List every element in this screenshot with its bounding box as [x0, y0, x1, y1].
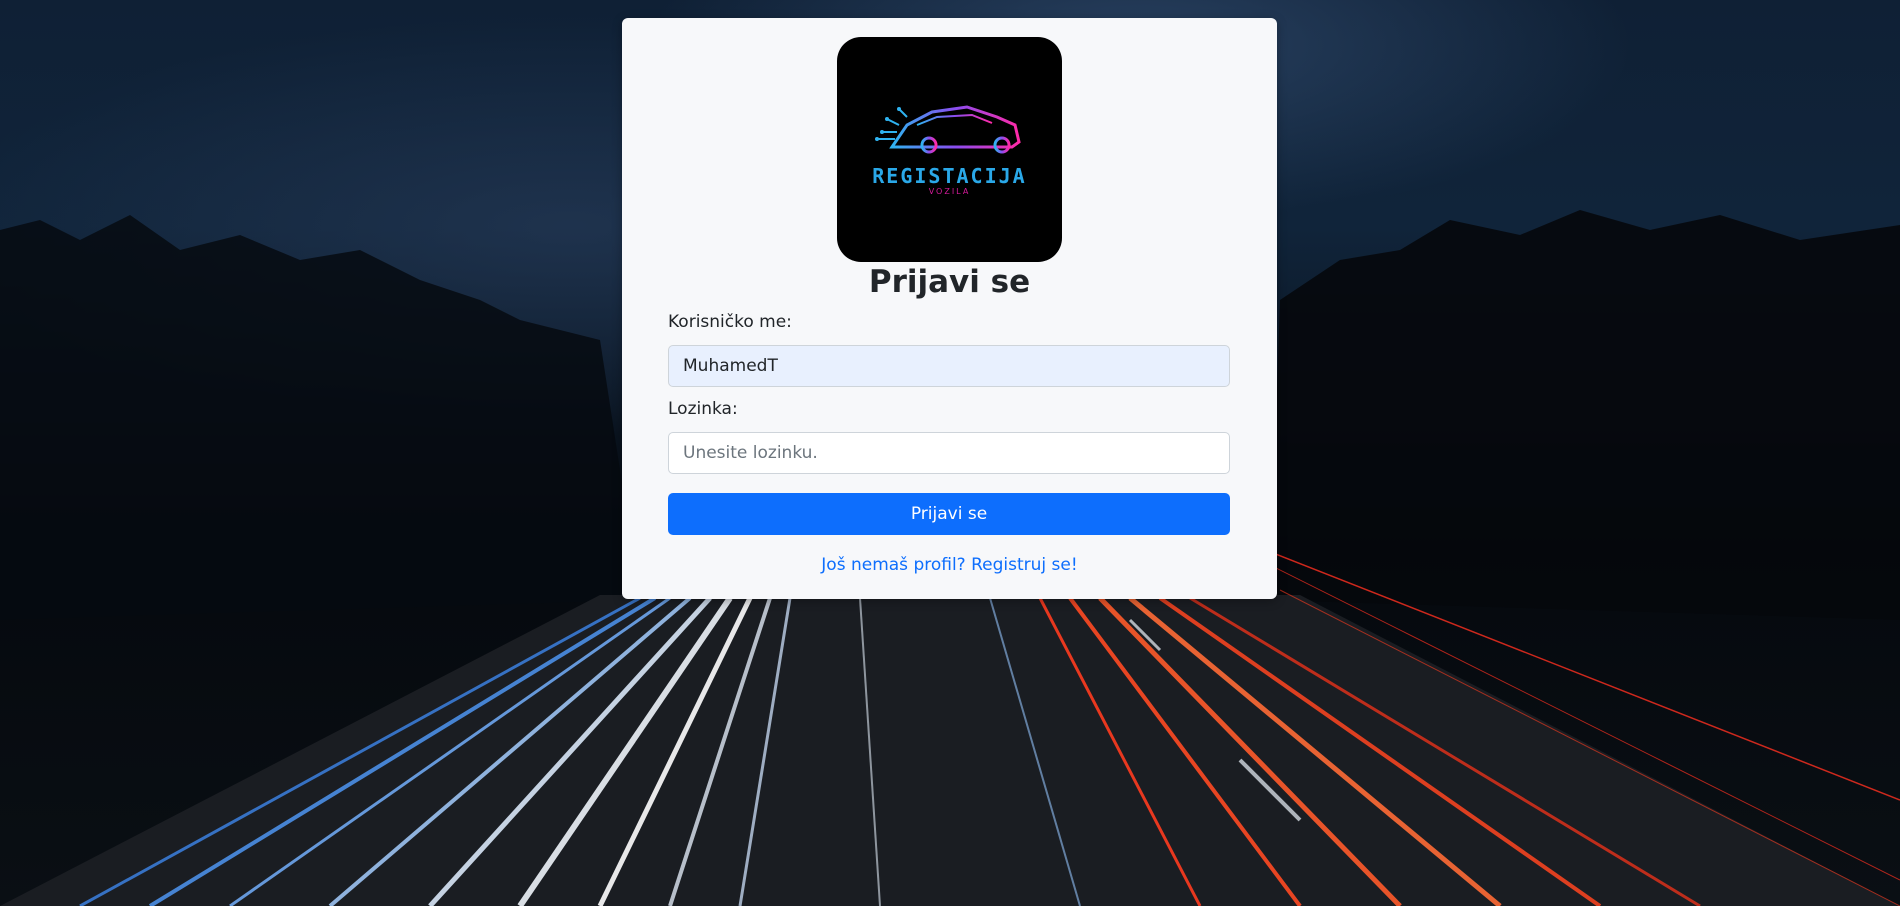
register-link[interactable]: Još nemaš profil? Registruj se! [622, 555, 1277, 575]
username-field[interactable] [668, 345, 1230, 387]
logo-text: REGISTACIJA [872, 164, 1027, 188]
username-label: Korisničko me: [668, 312, 792, 332]
app-logo: REGISTACIJA VOZILA [837, 37, 1062, 262]
password-label: Lozinka: [668, 399, 738, 419]
login-card: REGISTACIJA VOZILA Prijavi se Korisničko… [622, 18, 1277, 599]
logo-subtext: VOZILA [928, 187, 971, 196]
login-button[interactable]: Prijavi se [668, 493, 1230, 535]
password-field[interactable] [668, 432, 1230, 474]
page-title: Prijavi se [868, 264, 1031, 300]
sports-car-circuit-icon [867, 105, 1032, 155]
